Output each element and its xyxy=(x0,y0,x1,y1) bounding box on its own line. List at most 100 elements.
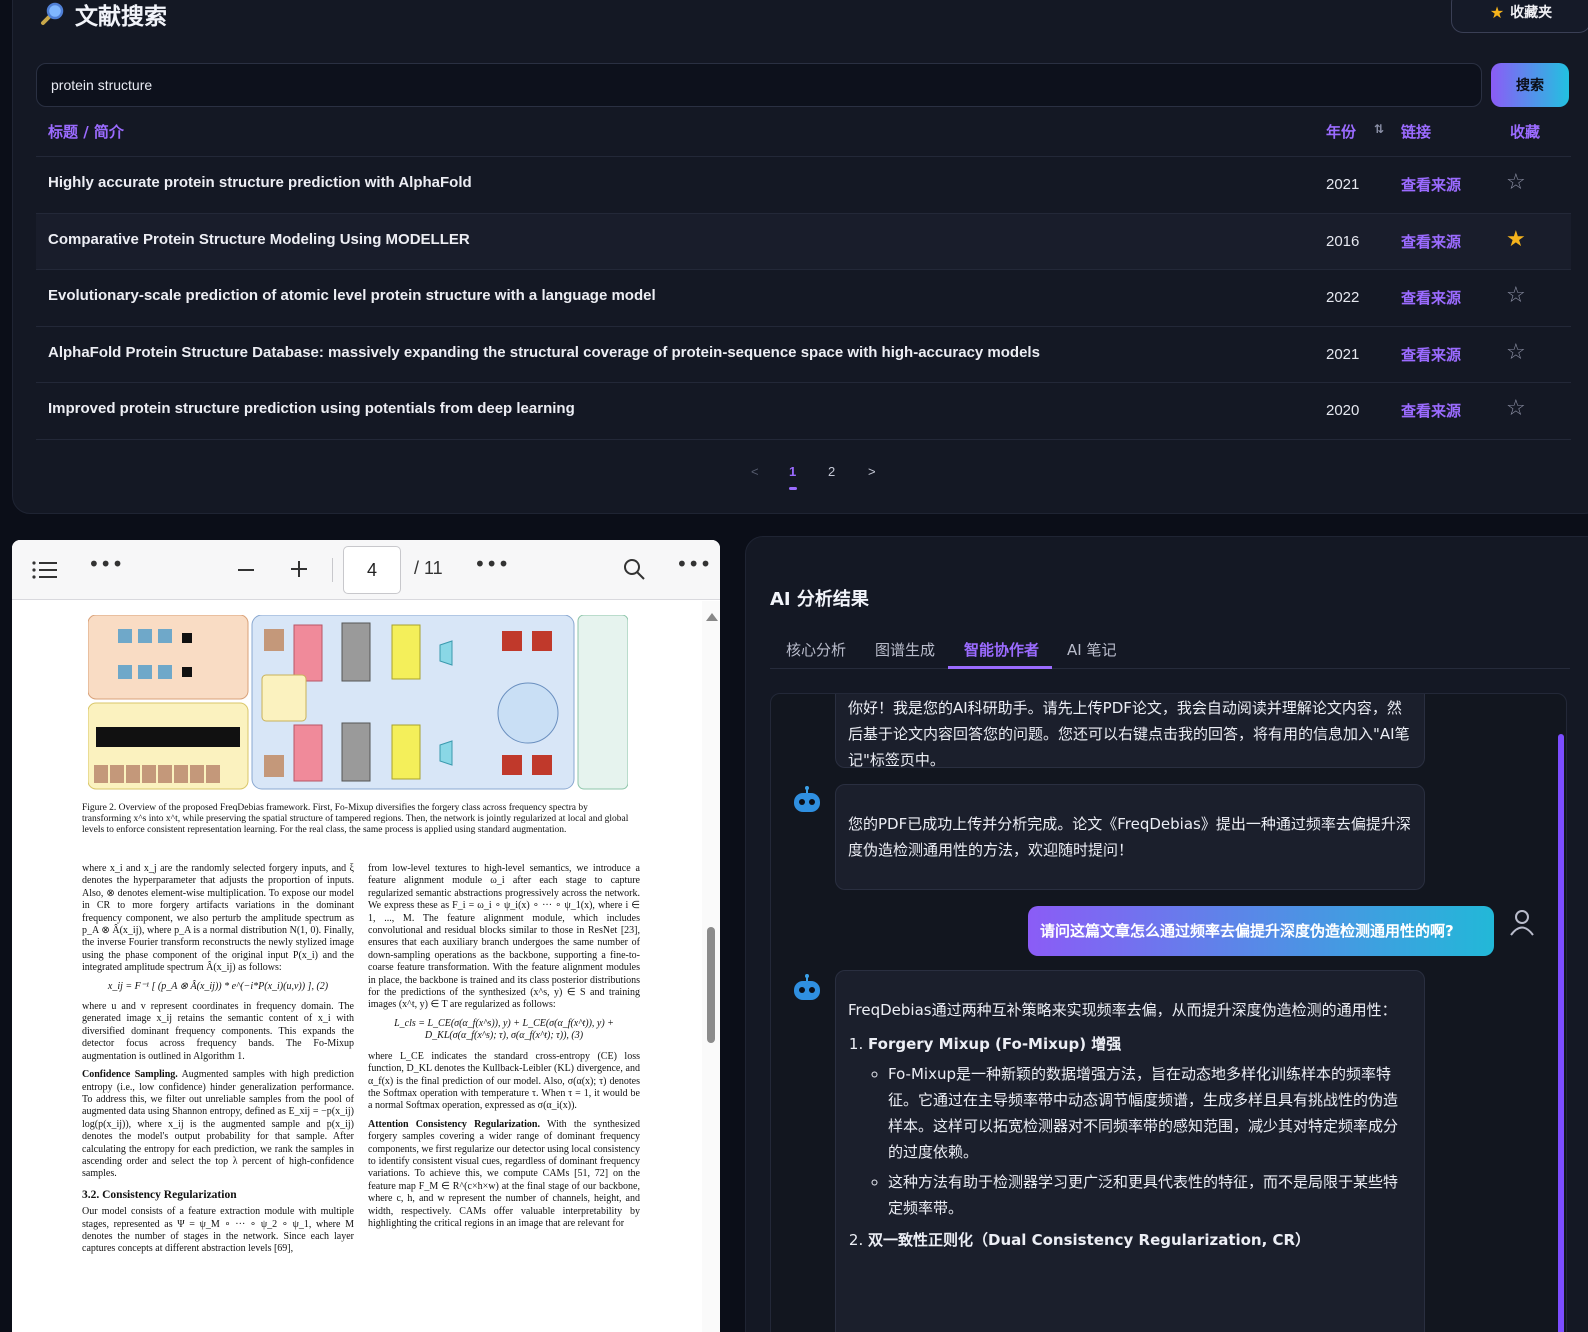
paragraph: where x_i and x_j are the randomly selec… xyxy=(82,863,354,974)
paragraph: where u and v represent coordinates in f… xyxy=(82,1001,354,1062)
tab-smart-collaborator[interactable]: 智能协作者 xyxy=(964,639,1039,660)
search-button[interactable]: 搜索 xyxy=(1491,63,1569,107)
favorite-star-icon[interactable]: ☆ xyxy=(1506,340,1526,365)
results-table: Highly accurate protein structure predic… xyxy=(36,157,1571,440)
page-total: / 11 xyxy=(414,558,443,578)
list-item-title: Forgery Mixup (Fo-Mixup) 增强 xyxy=(868,1035,1122,1053)
results-table-header: 标题 / 简介 年份 ⇅ 链接 收藏 xyxy=(36,111,1571,157)
literature-search-panel: 文献搜索 ★ 收藏夹 搜索 标题 / 简介 年份 ⇅ 链接 收藏 Highly … xyxy=(12,0,1588,514)
prev-page-button[interactable]: < xyxy=(751,464,759,479)
ai-analysis-panel: AI 分析结果 核心分析 图谱生成 智能协作者 AI 笔记 你好！我是您的AI科… xyxy=(745,536,1588,1332)
table-row: AlphaFold Protein Structure Database: ma… xyxy=(36,327,1571,383)
search-icon[interactable] xyxy=(622,557,646,581)
user-message[interactable]: 请问这篇文章怎么通过频率去偏提升深度伪造检测通用性的啊? xyxy=(1028,906,1494,956)
equation-2: x_ij = F⁻¹ [ (p_A ⊗ Â(x_ij)) * e^(−i*P(x… xyxy=(107,980,329,992)
more-icon[interactable]: ••• xyxy=(88,552,123,576)
paragraph: where L_CE indicates the standard cross-… xyxy=(368,1050,640,1112)
paper-title: Improved protein structure prediction us… xyxy=(48,400,575,417)
search-input[interactable] xyxy=(36,63,1482,107)
equation-3: L_cls = L_CE(σ(α_f(x^s)), y) + L_CE(σ(α_… xyxy=(394,1017,614,1042)
pdf-toolbar: ••• 4 / 11 ••• ••• xyxy=(12,540,720,600)
paragraph-body: Augmented samples with high prediction e… xyxy=(82,1069,354,1180)
figure-2-diagram xyxy=(88,615,628,790)
toolbar-divider xyxy=(332,558,333,582)
zoom-in-icon[interactable] xyxy=(289,559,309,579)
robot-avatar-icon xyxy=(794,974,820,1000)
header-year[interactable]: 年份 xyxy=(1326,121,1356,142)
user-avatar-icon xyxy=(1510,910,1534,936)
sub-list-item: Fo-Mixup是一种新颖的数据增强方法，旨在动态地多样化训练样本的频率特征。它… xyxy=(888,1061,1412,1165)
zoom-out-icon[interactable] xyxy=(236,560,256,580)
paragraph: Our model consists of a feature extracti… xyxy=(82,1206,354,1255)
page-number-input[interactable]: 4 xyxy=(343,546,401,594)
more-icon[interactable]: ••• xyxy=(474,552,509,576)
view-source-link[interactable]: 查看来源 xyxy=(1401,344,1461,365)
paragraph: from low-level textures to high-level se… xyxy=(368,863,640,1011)
star-icon: ★ xyxy=(1489,2,1505,22)
paragraph-heading: Confidence Sampling. xyxy=(82,1069,178,1081)
ai-tabs: 核心分析 图谱生成 智能协作者 AI 笔记 xyxy=(770,633,1570,669)
sort-icon[interactable]: ⇅ xyxy=(1374,122,1384,136)
figure-caption: Figure 2. Overview of the proposed FreqD… xyxy=(82,803,629,835)
sub-list-item: 这种方法有助于检测器学习更广泛和更具代表性的特征，而不是局限于某些特定频率带。 xyxy=(888,1169,1412,1221)
scroll-thumb[interactable] xyxy=(707,927,715,1043)
more-options-icon[interactable]: ••• xyxy=(676,552,711,576)
table-row: Improved protein structure prediction us… xyxy=(36,383,1571,440)
page-1-button[interactable]: 1 xyxy=(789,464,796,479)
view-source-link[interactable]: 查看来源 xyxy=(1401,231,1461,252)
outline-list-icon[interactable] xyxy=(32,560,58,580)
list-item-title: 双一致性正则化（Dual Consistency Regularization,… xyxy=(868,1231,1311,1249)
view-source-link[interactable]: 查看来源 xyxy=(1401,287,1461,308)
table-row: Comparative Protein Structure Modeling U… xyxy=(36,213,1571,270)
table-row: Evolutionary-scale prediction of atomic … xyxy=(36,270,1571,327)
next-page-button[interactable]: > xyxy=(868,464,876,479)
paper-year: 2016 xyxy=(1326,232,1360,250)
favorite-star-icon[interactable]: ☆ xyxy=(1506,170,1526,195)
sub-list: Fo-Mixup是一种新颖的数据增强方法，旨在动态地多样化训练样本的频率特征。它… xyxy=(888,1061,1412,1221)
ai-panel-title: AI 分析结果 xyxy=(770,589,869,610)
paper-year: 2020 xyxy=(1326,402,1360,419)
tab-graph-generation[interactable]: 图谱生成 xyxy=(875,639,935,660)
message-text: 您的PDF已成功上传并分析完成。论文《FreqDebias》提出一种通过频率去偏… xyxy=(848,815,1411,859)
table-row: Highly accurate protein structure predic… xyxy=(36,157,1571,214)
answer-intro: FreqDebias通过两种互补策略来实现频率去偏，从而提升深度伪造检测的通用性… xyxy=(848,1001,1397,1019)
text-column-left: where x_i and x_j are the randomly selec… xyxy=(82,863,354,1262)
chat-window[interactable]: 你好！我是您的AI科研助手。请先上传PDF论文，我会自动阅读并理解论文内容，然后… xyxy=(770,693,1567,1332)
header-favorite: 收藏 xyxy=(1510,123,1541,141)
page-2-button[interactable]: 2 xyxy=(828,464,835,479)
answer-list: Forgery Mixup (Fo-Mixup) 增强 Fo-Mixup是一种新… xyxy=(868,1031,1412,1253)
pdf-scrollbar[interactable] xyxy=(702,601,720,1332)
paragraph: Attention Consistency Regularization. Wi… xyxy=(368,1119,640,1231)
assistant-message[interactable]: 您的PDF已成功上传并分析完成。论文《FreqDebias》提出一种通过频率去偏… xyxy=(835,784,1425,890)
pdf-page: Figure 2. Overview of the proposed FreqD… xyxy=(12,601,702,1332)
assistant-message[interactable]: 你好！我是您的AI科研助手。请先上传PDF论文，我会自动阅读并理解论文内容，然后… xyxy=(835,694,1425,769)
scroll-up-arrow-icon[interactable] xyxy=(706,613,718,621)
paper-title: AlphaFold Protein Structure Database: ma… xyxy=(48,343,1040,361)
tab-ai-notes[interactable]: AI 笔记 xyxy=(1067,639,1116,660)
view-source-link[interactable]: 查看来源 xyxy=(1401,400,1461,421)
robot-avatar-icon xyxy=(794,786,820,812)
tab-core-analysis[interactable]: 核心分析 xyxy=(786,639,846,660)
favorite-star-icon[interactable]: ☆ xyxy=(1506,396,1526,421)
search-header: 文献搜索 xyxy=(39,0,167,31)
header-title: 标题 / 简介 xyxy=(48,123,124,141)
paragraph-heading: Attention Consistency Regularization. xyxy=(368,1118,540,1130)
paper-year: 2021 xyxy=(1326,176,1360,193)
assistant-answer[interactable]: FreqDebias通过两种互补策略来实现频率去偏，从而提升深度伪造检测的通用性… xyxy=(835,970,1425,1332)
favorite-star-icon[interactable]: ☆ xyxy=(1506,283,1526,308)
paragraph-body: With the synthesized forgery samples cov… xyxy=(368,1118,640,1229)
pdf-viewer: ••• 4 / 11 ••• ••• Figure 2. Overview of… xyxy=(12,540,720,1332)
view-source-link[interactable]: 查看来源 xyxy=(1401,174,1461,195)
list-item: 双一致性正则化（Dual Consistency Regularization,… xyxy=(868,1227,1412,1253)
paragraph: Confidence Sampling. Augmented samples w… xyxy=(82,1069,354,1181)
paper-year: 2022 xyxy=(1326,289,1360,306)
favorite-star-icon[interactable]: ★ xyxy=(1506,227,1526,252)
section-heading: 3.2. Consistency Regularization xyxy=(82,1188,237,1201)
paper-title: Highly accurate protein structure predic… xyxy=(48,174,472,191)
list-item: Forgery Mixup (Fo-Mixup) 增强 Fo-Mixup是一种新… xyxy=(868,1031,1412,1221)
favorites-button[interactable]: ★ 收藏夹 xyxy=(1451,0,1588,33)
chat-scrollbar[interactable] xyxy=(1558,734,1564,1332)
active-tab-indicator xyxy=(948,666,1052,669)
paper-title: Comparative Protein Structure Modeling U… xyxy=(48,230,470,248)
magnifier-icon xyxy=(41,2,64,25)
